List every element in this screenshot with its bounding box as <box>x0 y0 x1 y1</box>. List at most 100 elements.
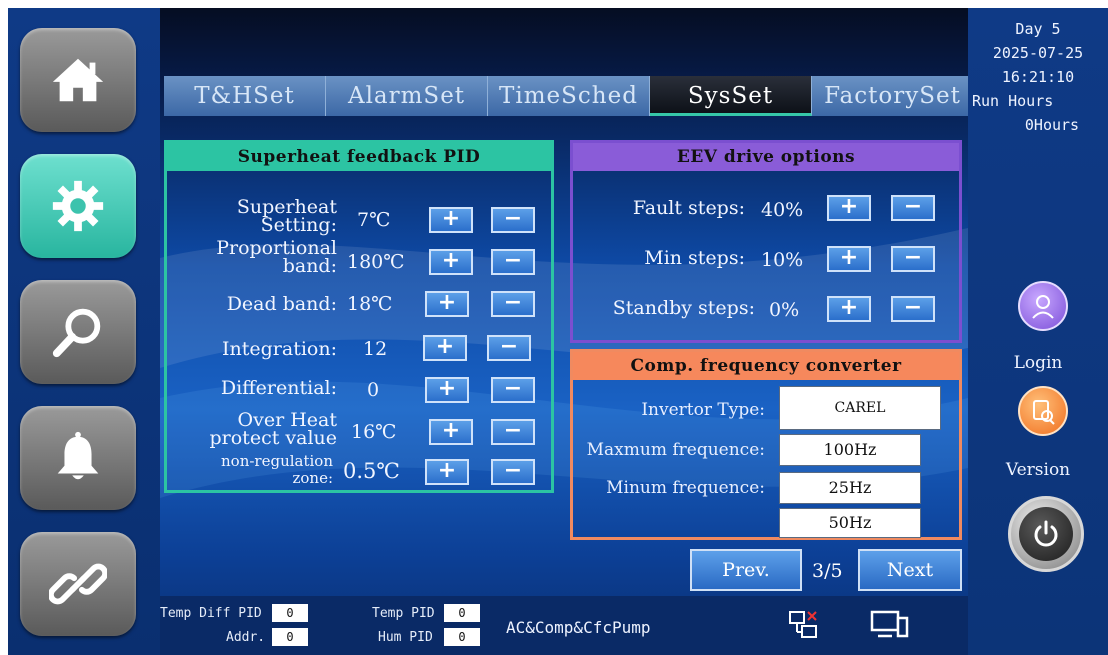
power-button-inner <box>1019 507 1073 561</box>
fault-steps-plus-button[interactable]: + <box>827 195 871 221</box>
link-icon <box>49 563 107 605</box>
temp-diff-pid-value: 0 <box>272 604 308 622</box>
panel-title: Comp. frequency converter <box>573 352 959 380</box>
differential-label: Differential: <box>220 377 337 399</box>
integration-minus-button[interactable]: − <box>487 335 531 361</box>
addr-label: Addr. <box>226 630 266 645</box>
alarm-button[interactable] <box>20 406 136 510</box>
time-display: 16:21:10 <box>1001 68 1075 86</box>
day-counter: Day 5 <box>1015 20 1061 38</box>
dead-band-plus-button[interactable]: + <box>425 291 469 317</box>
temp-pid-value: 0 <box>444 604 480 622</box>
search-button[interactable] <box>20 280 136 384</box>
standby-steps-value[interactable]: 0% <box>769 299 799 321</box>
dead-band-value[interactable]: 18℃ <box>347 293 392 315</box>
over-heat-protect-minus-button[interactable]: − <box>491 419 535 445</box>
non-regulation-zone-minus-button[interactable]: − <box>491 459 535 485</box>
status-footer: Temp Diff PID 0 Addr. 0 Temp PID 0 Hum P… <box>160 596 968 655</box>
non-regulation-zone-value[interactable]: 0.5℃ <box>343 459 400 483</box>
invertor-type-label: Invertor Type: <box>641 400 765 420</box>
label-line: zone: <box>292 469 333 487</box>
home-button[interactable] <box>20 28 136 132</box>
over-heat-protect-label: Over Heat protect value <box>165 411 338 449</box>
tab-factory-set[interactable]: FactorySet <box>812 76 974 116</box>
proportional-band-minus-button[interactable]: − <box>491 249 535 275</box>
min-frequency-field[interactable]: 25Hz <box>779 472 921 504</box>
differential-minus-button[interactable]: − <box>491 377 535 403</box>
login-button[interactable] <box>1018 281 1068 331</box>
superheat-setting-minus-button[interactable]: − <box>491 207 535 233</box>
fault-steps-minus-button[interactable]: − <box>891 195 935 221</box>
max-frequency-label: Maxmum frequence: <box>586 440 765 460</box>
superheat-setting-value[interactable]: 7℃ <box>357 209 390 231</box>
bell-icon <box>57 431 99 480</box>
next-button[interactable]: Next <box>858 549 962 591</box>
date-display: 2025-07-25 <box>992 44 1084 62</box>
max-frequency-field[interactable]: 100Hz <box>779 434 921 466</box>
label-line: protect value <box>209 427 338 449</box>
superheat-pid-panel: Superheat feedback PID Superheat Setting… <box>164 140 554 493</box>
frequency-extra-field[interactable]: 50Hz <box>779 508 921 538</box>
non-regulation-zone-plus-button[interactable]: + <box>425 459 469 485</box>
settings-button[interactable] <box>20 154 136 258</box>
min-steps-minus-button[interactable]: − <box>891 246 935 272</box>
display-device-icon <box>870 610 909 638</box>
dead-band-label: Dead band: <box>226 293 337 315</box>
user-icon <box>1032 295 1054 319</box>
dead-band-minus-button[interactable]: − <box>491 291 535 317</box>
standby-steps-plus-button[interactable]: + <box>827 296 871 322</box>
tab-sys-set[interactable]: SysSet <box>650 76 812 116</box>
version-button[interactable] <box>1018 386 1068 436</box>
differential-plus-button[interactable]: + <box>425 377 469 403</box>
label-line: non-regulation <box>221 452 333 470</box>
label-line: Setting: <box>260 214 337 236</box>
fault-steps-label: Fault steps: <box>632 197 745 219</box>
gear-icon <box>52 180 104 232</box>
tab-bar: T&HSet AlarmSet TimeSched SysSet Factory… <box>164 76 974 116</box>
mode-label: AC&Comp&CfcPump <box>506 618 651 637</box>
proportional-band-plus-button[interactable]: + <box>429 249 473 275</box>
eev-drive-panel: EEV drive options Fault steps: 40% + − M… <box>570 140 962 343</box>
left-nav-rail <box>8 8 160 655</box>
fault-steps-value[interactable]: 40% <box>761 199 803 221</box>
min-steps-label: Min steps: <box>644 247 745 269</box>
version-label: Version <box>1005 460 1071 480</box>
panel-title: Superheat feedback PID <box>167 143 551 171</box>
power-icon <box>1034 520 1058 547</box>
search-icon <box>52 308 101 358</box>
differential-value[interactable]: 0 <box>367 379 379 401</box>
run-hours-value: 0Hours <box>1024 116 1080 134</box>
integration-plus-button[interactable]: + <box>423 335 467 361</box>
prev-button[interactable]: Prev. <box>690 549 802 591</box>
hum-pid-label: Hum PID <box>378 630 433 645</box>
label-line: band: <box>282 255 337 277</box>
over-heat-protect-plus-button[interactable]: + <box>429 419 473 445</box>
version-info-icon <box>1033 400 1055 425</box>
standby-steps-minus-button[interactable]: − <box>891 296 935 322</box>
invertor-type-field[interactable]: CAREL <box>779 386 941 430</box>
standby-steps-label: Standby steps: <box>612 297 755 319</box>
tab-alarm-set[interactable]: AlarmSet <box>326 76 488 116</box>
integration-label: Integration: <box>222 338 337 360</box>
proportional-band-value[interactable]: 180℃ <box>347 251 405 273</box>
link-button[interactable] <box>20 532 136 636</box>
hum-pid-value: 0 <box>444 628 480 646</box>
panel-title: EEV drive options <box>573 143 959 171</box>
page-indicator: 3/5 <box>812 560 843 582</box>
superheat-setting-plus-button[interactable]: + <box>429 207 473 233</box>
main-area: T&HSet AlarmSet TimeSched SysSet Factory… <box>160 8 974 655</box>
temp-pid-label: Temp PID <box>372 606 435 621</box>
tab-time-sched[interactable]: TimeSched <box>488 76 650 116</box>
network-disconnected-icon <box>789 611 817 638</box>
temp-diff-pid-label: Temp Diff PID <box>160 606 262 621</box>
over-heat-protect-value[interactable]: 16℃ <box>351 421 396 443</box>
min-frequency-label: Minum frequence: <box>606 478 765 498</box>
right-status-rail: Day 5 2025-07-25 16:21:10 Run Hours 0Hou… <box>968 8 1108 655</box>
min-steps-plus-button[interactable]: + <box>827 246 871 272</box>
min-steps-value[interactable]: 10% <box>761 249 803 271</box>
tab-th-set[interactable]: T&HSet <box>164 76 326 116</box>
login-label: Login <box>1013 353 1063 373</box>
superheat-setting-label: Superheat Setting: <box>177 198 337 236</box>
power-button[interactable] <box>1008 496 1084 572</box>
integration-value[interactable]: 12 <box>363 338 387 360</box>
